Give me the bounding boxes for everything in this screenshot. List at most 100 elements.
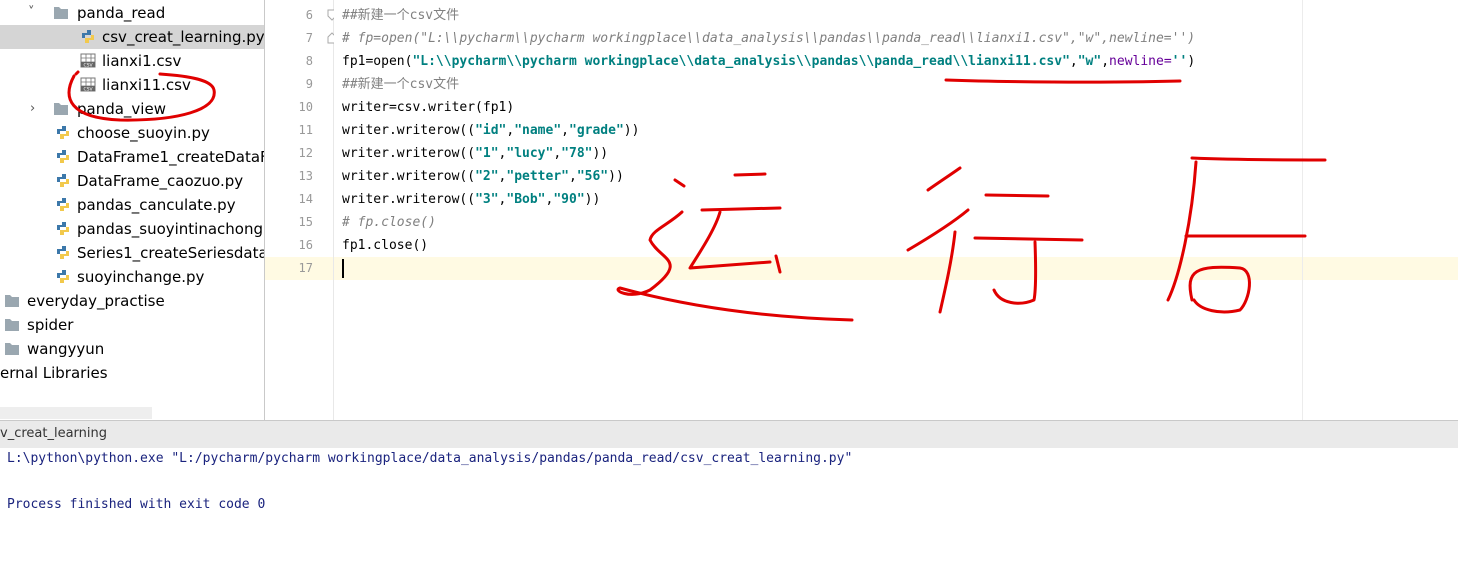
code-line-12: writer.writerow(("1","lucy","78")) <box>342 142 608 165</box>
code-token-string: "2" <box>475 169 499 184</box>
line-number: 13 <box>298 169 313 183</box>
project-tree: ˅ panda_read csv_creat_learning.py CSV l… <box>0 0 264 420</box>
tree-horizontal-scrollbar[interactable] <box>0 407 152 419</box>
line-number: 12 <box>298 146 313 160</box>
code-token-string: "lucy" <box>506 146 554 161</box>
folder-icon <box>5 319 19 331</box>
tree-node-lianxi11-csv[interactable]: CSV lianxi11.csv <box>0 73 264 97</box>
tree-node-panda-view[interactable]: › panda_view <box>0 97 264 121</box>
run-console[interactable]: L:\python\python.exe "L:/pycharm/pycharm… <box>0 448 1458 570</box>
line-number: 8 <box>305 54 313 68</box>
console-command-line: L:\python\python.exe "L:/pycharm/pycharm… <box>7 451 853 466</box>
code-line-7: # fp=open("L:\\pycharm\\pycharm workingp… <box>342 31 1196 46</box>
code-line-8: fp1=open("L:\\pycharm\\pycharm workingpl… <box>342 50 1195 73</box>
tree-node-label: DataFrame1_createDataFr <box>77 148 264 166</box>
code-line-16: fp1.close() <box>342 238 429 253</box>
code-line-6: ##新建一个csv文件 <box>342 8 460 23</box>
tree-node-external-libraries[interactable]: ernal Libraries <box>0 361 264 385</box>
python-file-icon <box>57 174 69 187</box>
code-editor[interactable]: ##新建一个csv文件 # fp=open("L:\\pycharm\\pych… <box>334 0 1458 420</box>
line-number: 15 <box>298 215 313 229</box>
chevron-right-icon[interactable]: › <box>30 97 35 121</box>
code-token: writer.writerow(( <box>342 192 476 207</box>
folder-icon <box>5 343 19 355</box>
folder-icon <box>54 7 68 19</box>
code-token-string: "petter" <box>506 169 569 184</box>
tree-node-pandas-suoyintinachong[interactable]: pandas_suoyintinachong.p <box>0 217 264 241</box>
code-token: )) <box>584 192 601 207</box>
tree-node-lianxi1-csv[interactable]: CSV lianxi1.csv <box>0 49 264 73</box>
tree-node-label: choose_suoyin.py <box>77 124 210 142</box>
line-number: 9 <box>305 77 313 91</box>
line-number: 11 <box>298 123 313 137</box>
code-token: )) <box>608 169 624 184</box>
csv-file-icon: CSV <box>80 53 96 68</box>
code-token: )) <box>592 146 609 161</box>
tree-node-label: panda_view <box>77 100 166 118</box>
tree-node-label: DataFrame_caozuo.py <box>77 172 244 190</box>
code-token: ) <box>1187 54 1196 69</box>
tree-node-label: ernal Libraries <box>0 364 108 382</box>
tree-node-pandas-canculate[interactable]: pandas_canculate.py <box>0 193 264 217</box>
code-line-15: # fp.close() <box>342 215 436 230</box>
python-file-icon <box>57 222 69 235</box>
tree-node-label: Series1_createSeriesdata. <box>77 244 264 262</box>
folder-icon <box>54 103 68 115</box>
code-line-9: ##新建一个csv文件 <box>342 77 460 92</box>
tree-node-label: panda_read <box>77 4 166 22</box>
code-token: writer.writerow(( <box>342 169 476 184</box>
tree-node-suoyinchange[interactable]: suoyinchange.py <box>0 265 264 289</box>
tree-node-panda-read[interactable]: ˅ panda_read <box>0 1 264 25</box>
tree-node-choose-suoyin[interactable]: choose_suoyin.py <box>0 121 264 145</box>
tree-node-label: lianxi1.csv <box>102 52 182 70</box>
code-token-string: "1" <box>475 146 499 161</box>
line-number: 10 <box>298 100 313 114</box>
code-line-13: writer.writerow(("2","petter","56")) <box>342 165 624 188</box>
chevron-down-icon[interactable]: ˅ <box>28 1 35 25</box>
python-file-icon <box>57 270 69 283</box>
code-token-string: '' <box>1171 54 1188 69</box>
code-token-string: "Bob" <box>506 192 546 207</box>
tree-node-everyday-practise[interactable]: everyday_practise <box>0 289 264 313</box>
svg-text:CSV: CSV <box>83 62 93 68</box>
tree-node-series1[interactable]: Series1_createSeriesdata. <box>0 241 264 265</box>
svg-text:CSV: CSV <box>83 86 93 92</box>
tree-node-label: wangyyun <box>27 340 105 358</box>
tree-node-csv-creat-learning[interactable]: csv_creat_learning.py <box>0 25 264 49</box>
run-tab-title[interactable]: v_creat_learning <box>0 426 107 441</box>
python-file-icon <box>82 30 94 43</box>
code-token: , <box>1069 54 1078 69</box>
csv-file-icon: CSV <box>80 77 96 92</box>
code-line-11: writer.writerow(("id","name","grade")) <box>342 119 639 142</box>
code-token: , <box>561 123 569 138</box>
code-line-14: writer.writerow(("3","Bob","90")) <box>342 188 600 211</box>
tree-node-spider[interactable]: spider <box>0 313 264 337</box>
current-line-highlight <box>334 257 1458 280</box>
code-token-string: "90" <box>553 192 585 207</box>
code-token: writer.writerow(( <box>342 123 476 138</box>
code-token-string: "id" <box>475 123 507 138</box>
code-token: writer.writerow(( <box>342 146 476 161</box>
tree-node-label: everyday_practise <box>27 292 165 310</box>
code-token: , <box>553 146 562 161</box>
line-number: 6 <box>305 8 313 22</box>
code-token: fp1=open( <box>342 54 413 69</box>
tree-node-dataframe1[interactable]: DataFrame1_createDataFr <box>0 145 264 169</box>
line-number: 17 <box>298 261 313 275</box>
tree-node-label: pandas_canculate.py <box>77 196 236 214</box>
run-tool-window-header[interactable]: v_creat_learning <box>0 420 1458 449</box>
python-file-icon <box>57 150 69 163</box>
editor-gutter: 6 7 8 9 10 11 12 13 14 15 16 17 <box>265 0 337 420</box>
tree-node-label: suoyinchange.py <box>77 268 205 286</box>
code-token-keyword-arg: newline= <box>1109 54 1172 69</box>
right-margin-guide <box>1302 0 1303 420</box>
code-token-string: "56" <box>576 169 609 184</box>
tree-node-label: lianxi11.csv <box>102 76 191 94</box>
folder-icon <box>5 295 19 307</box>
code-token-string: "3" <box>475 192 499 207</box>
tree-node-label: pandas_suoyintinachong.p <box>77 220 264 238</box>
tree-node-wangyyun[interactable]: wangyyun <box>0 337 264 361</box>
line-number: 16 <box>298 238 313 252</box>
code-token-string: "w" <box>1077 54 1102 69</box>
tree-node-dataframe-caozuo[interactable]: DataFrame_caozuo.py <box>0 169 264 193</box>
